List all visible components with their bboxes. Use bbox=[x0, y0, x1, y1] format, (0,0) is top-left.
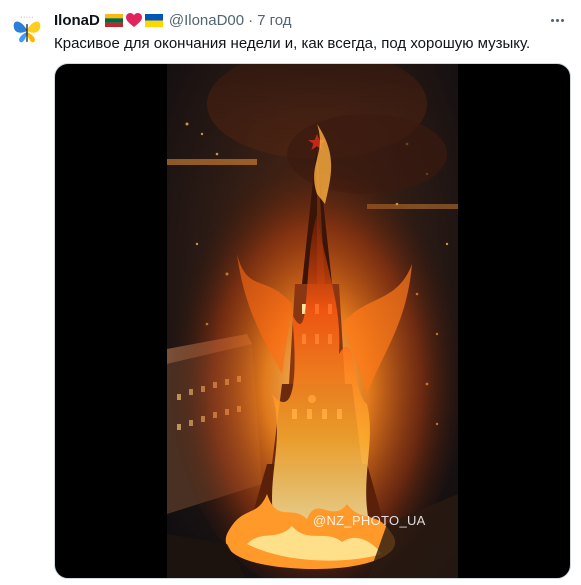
red-heart-icon bbox=[125, 12, 142, 27]
tweet[interactable]: • • • • • IlonaD @IlonaD00 · 7 год Краси… bbox=[0, 0, 581, 585]
display-name[interactable]: IlonaD bbox=[54, 12, 100, 29]
butterfly-avatar-icon: • • • • • bbox=[8, 10, 46, 48]
tweet-text: Красивое для окончания недели и, как все… bbox=[54, 35, 531, 52]
burning-tower-illustration bbox=[167, 64, 458, 578]
user-handle[interactable]: @IlonaD00 bbox=[169, 12, 244, 29]
svg-text:• • • • •: • • • • • bbox=[21, 15, 34, 19]
name-emojis bbox=[104, 12, 163, 28]
separator-dot: · bbox=[248, 11, 254, 29]
tweet-media[interactable]: @NZ_PHOTO_UA bbox=[54, 63, 571, 579]
burning-kremlin-tower-image[interactable] bbox=[167, 64, 458, 578]
media-watermark: @NZ_PHOTO_UA bbox=[313, 513, 426, 528]
lithuania-flag-icon bbox=[104, 13, 123, 27]
tweet-header: IlonaD @IlonaD00 · 7 год bbox=[54, 10, 292, 30]
ukraine-flag-icon bbox=[144, 13, 163, 27]
avatar[interactable]: • • • • • bbox=[8, 10, 46, 48]
timestamp[interactable]: 7 год bbox=[257, 12, 291, 29]
more-options-icon[interactable] bbox=[547, 12, 567, 28]
